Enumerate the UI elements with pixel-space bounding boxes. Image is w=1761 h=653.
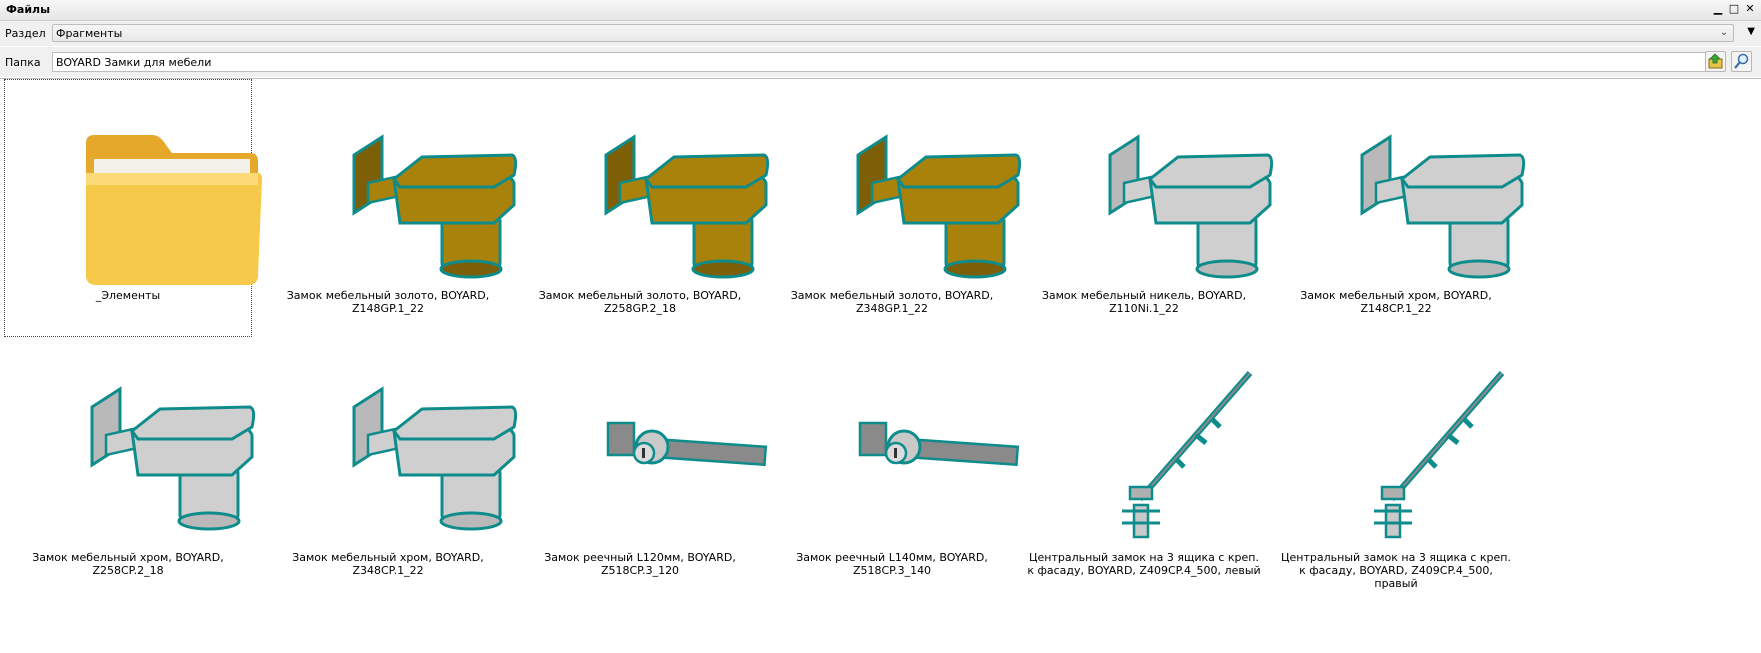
lock-thumbnail-icon (352, 134, 518, 279)
lock-thumbnail-icon (1360, 134, 1526, 279)
fragment-item[interactable]: Замок мебельный никель, BOYARD, Z110Ni.1… (1024, 79, 1274, 337)
item-caption: _Элементы (95, 289, 161, 302)
window-controls: ▁ □ ✕ (1709, 1, 1757, 17)
folder-item[interactable]: _Элементы (4, 79, 262, 337)
fragment-item[interactable]: Замок мебельный хром, BOYARD, Z148CP.1_2… (1276, 79, 1526, 337)
folder-icon (86, 135, 262, 285)
lock-thumbnail-icon (352, 386, 518, 531)
item-caption: Замок мебельный хром, BOYARD, Z348CP.1_2… (292, 551, 484, 577)
fragment-item[interactable]: Замок мебельный хром, BOYARD, Z258CP.2_1… (4, 331, 256, 589)
item-caption: Замок реечный L140мм, BOYARD, Z518CP.3_1… (796, 551, 988, 577)
fragment-item[interactable]: Замок реечный L140мм, BOYARD, Z518CP.3_1… (772, 331, 1020, 589)
maximize-icon[interactable]: □ (1727, 1, 1741, 17)
folder-path-field[interactable]: BOYARD Замки для мебели (52, 52, 1724, 72)
item-caption: Замок мебельный хром, BOYARD, Z148CP.1_2… (1300, 289, 1492, 315)
fragment-item[interactable]: Замок реечный L120мм, BOYARD, Z518CP.3_1… (520, 331, 768, 589)
section-label: Раздел (5, 27, 46, 40)
section-select[interactable]: Фрагменты ⌄ (52, 24, 1734, 42)
central-lock-thumbnail-icon (1122, 371, 1253, 539)
fragment-item[interactable]: Замок мебельный золото, BOYARD, Z258GP.2… (520, 79, 770, 337)
folder-up-icon (1708, 53, 1723, 69)
item-caption: Центральный замок на 3 ящика с креп. к ф… (1027, 551, 1261, 577)
folder-label: Папка (5, 56, 41, 69)
window-title: Файлы (6, 3, 51, 16)
item-caption: Замок мебельный хром, BOYARD, Z258CP.2_1… (32, 551, 224, 577)
file-grid: _Элементы Замок мебельный золото, BOYARD,… (0, 78, 1761, 653)
panel-menu-icon[interactable]: ▼ (1747, 26, 1755, 37)
window-titlebar: Файлы ▁ □ ✕ (0, 0, 1761, 21)
search-icon (1734, 53, 1749, 69)
item-caption: Замок мебельный золото, BOYARD, Z148GP.1… (286, 289, 490, 315)
fragment-item[interactable]: Замок мебельный золото, BOYARD, Z148GP.1… (268, 79, 518, 337)
chevron-down-icon: ⌄ (1719, 27, 1729, 38)
rack-lock-thumbnail-icon (858, 421, 1020, 467)
item-caption: Центральный замок на 3 ящика с креп. к ф… (1281, 551, 1511, 590)
folder-path-value: BOYARD Замки для мебели (56, 56, 212, 69)
lock-thumbnail-icon (604, 134, 770, 279)
item-caption: Замок реечный L120мм, BOYARD, Z518CP.3_1… (544, 551, 736, 577)
search-button[interactable] (1731, 51, 1752, 72)
fragment-item[interactable]: Замок мебельный хром, BOYARD, Z348CP.1_2… (268, 331, 518, 589)
minimize-icon[interactable]: ▁ (1711, 1, 1725, 17)
lock-thumbnail-icon (90, 386, 256, 531)
fragment-item[interactable]: Центральный замок на 3 ящика с креп. к ф… (1024, 331, 1264, 589)
folder-up-button[interactable] (1705, 51, 1726, 72)
section-row: Раздел Фрагменты ⌄ ▼ (0, 21, 1761, 46)
section-value: Фрагменты (56, 27, 123, 40)
item-caption: Замок мебельный никель, BOYARD, Z110Ni.1… (1041, 289, 1247, 315)
item-caption: Замок мебельный золото, BOYARD, Z348GP.1… (790, 289, 994, 315)
lock-thumbnail-icon (1108, 134, 1274, 279)
fragment-item[interactable]: Центральный замок на 3 ящика с креп. к ф… (1276, 331, 1516, 590)
lock-thumbnail-icon (856, 134, 1022, 279)
central-lock-thumbnail-icon (1374, 371, 1505, 539)
folder-row: Папка BOYARD Замки для мебели (0, 47, 1761, 77)
close-icon[interactable]: ✕ (1743, 1, 1757, 17)
rack-lock-thumbnail-icon (606, 421, 768, 467)
item-caption: Замок мебельный золото, BOYARD, Z258GP.2… (538, 289, 742, 315)
fragment-item[interactable]: Замок мебельный золото, BOYARD, Z348GP.1… (772, 79, 1022, 337)
